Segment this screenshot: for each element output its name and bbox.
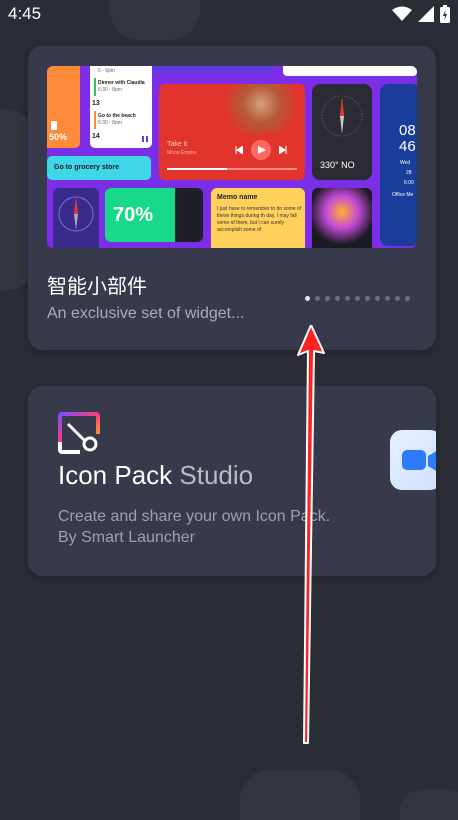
battery-icon [440,5,450,23]
video-camera-icon [402,450,436,471]
memo-widget: Memo name I just have to remember to do … [211,188,305,248]
compass-icon [58,196,94,232]
wifi-icon [392,6,412,21]
play-button [251,140,271,160]
iconpack-title: Icon Pack Studio [58,460,253,491]
widgets-card-subtitle: An exclusive set of widget... [47,305,245,322]
photo-widget [312,188,372,248]
play-icon [258,146,266,154]
page-indicator [305,296,410,301]
page-dot[interactable] [315,296,320,301]
schedule-line: 14 [92,133,100,140]
music-widget: Take it Moon Empire [159,84,305,180]
page-dot[interactable] [305,296,310,301]
clock-hours: 08 [399,122,416,139]
widgets-card[interactable]: 50% 5 - 6pm Dinner with Claudia 6:30 - 8… [28,46,436,350]
status-bar: 4:45 [0,0,458,28]
status-icons [392,5,450,23]
clock-day: Wed [400,160,411,166]
iconpack-title-light: Studio [179,460,254,490]
video-app-icon [390,430,436,490]
page-dot[interactable] [385,296,390,301]
clock-alarm: 6:00 [404,180,414,186]
grocery-widget: Go to grocery store [47,156,151,180]
percent-widget: 70% [105,188,203,242]
clock-weather: 28 [406,170,412,176]
memo-title: Memo name [217,194,258,201]
swipe-up-arrow-icon [297,325,325,744]
page-dot[interactable] [335,296,340,301]
schedule-line: Dinner with Claudia [98,80,145,86]
battery-percent: 50% [49,132,68,142]
music-artist: Moon Empire [167,150,197,156]
background-shape [0,110,30,290]
page-dot[interactable] [325,296,330,301]
previous-icon [235,146,243,154]
page-dot[interactable] [375,296,380,301]
signal-icon [418,6,434,22]
compass-widget: 330° NO [312,84,372,180]
compass-widget-2 [53,188,99,248]
schedule-line: Go to the beach [98,113,136,119]
clock-widget: 08 46 Wed 28 6:00 Office Me [380,84,417,246]
album-art [217,84,305,134]
compass-readout: 330° NO [320,160,355,170]
memo-body: I just have to remember to do some of th… [217,206,302,233]
widgets-preview-image: 50% 5 - 6pm Dinner with Claudia 6:30 - 8… [47,66,417,248]
battery-widget: 50% [47,66,80,148]
battery-small-icon [51,121,57,130]
schedule-widget: 5 - 6pm Dinner with Claudia 6:30 - 8pm 1… [90,66,152,148]
schedule-line: 6:30 - 8pm [98,87,122,93]
widgets-card-title: 智能小部件 [47,274,147,298]
clock-office: Office Me [392,192,414,198]
iconpack-logo-icon [58,412,100,454]
iconpack-title-bold: Icon Pack [58,460,173,490]
page-dot[interactable] [395,296,400,301]
background-shape [400,790,458,820]
big-percent: 70% [113,204,154,226]
page-dot[interactable] [345,296,350,301]
schedule-line: 5 - 6pm [98,68,115,74]
status-time: 4:45 [8,4,42,23]
schedule-line: 13 [92,100,100,107]
iconpack-card[interactable]: Icon Pack Studio Create and share your o… [28,386,436,576]
next-icon [279,146,287,154]
clock-minutes: 46 [399,138,416,155]
music-song: Take it [167,141,188,148]
page-dot[interactable] [355,296,360,301]
page-dot[interactable] [365,296,370,301]
grocery-label: Go to grocery store [54,164,119,171]
page-dot[interactable] [405,296,410,301]
background-shape [240,770,360,820]
compass-icon [321,95,363,137]
schedule-line: 6:30 - 8pm [98,120,122,126]
